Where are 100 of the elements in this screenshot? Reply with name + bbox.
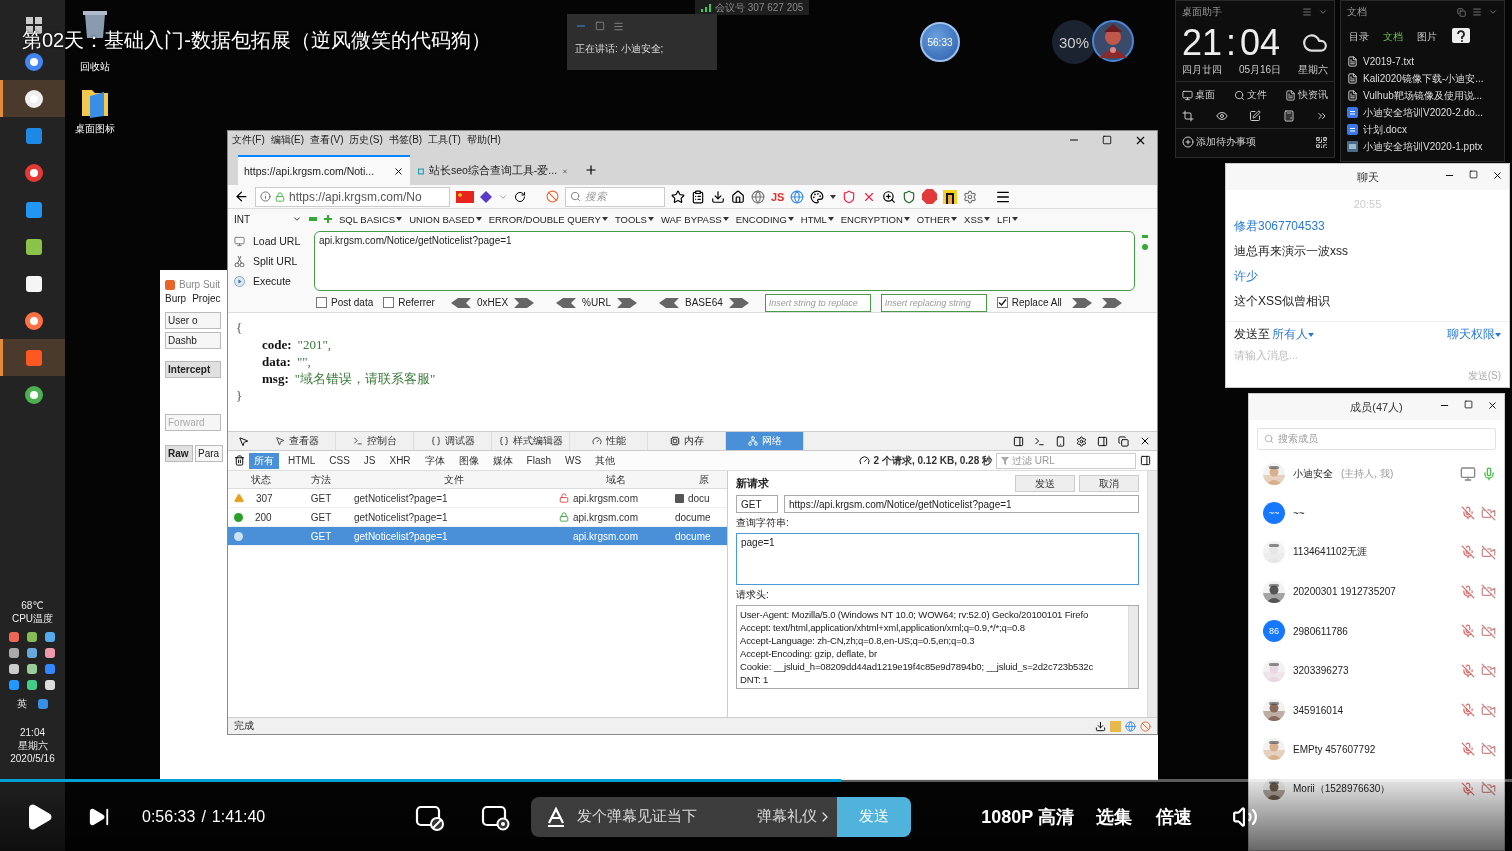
clipboard-icon[interactable] <box>691 189 705 204</box>
camera-off-icon[interactable] <box>1481 623 1496 639</box>
muted-mic-icon[interactable] <box>1461 584 1475 599</box>
encoder-button[interactable]: %URL <box>550 297 643 308</box>
member-row[interactable]: 86 2980611786 <box>1249 611 1504 651</box>
hackbar-action[interactable]: Load URL <box>234 235 310 247</box>
app-icon[interactable] <box>24 236 44 257</box>
filter-button[interactable]: WS <box>560 454 587 467</box>
widget-link[interactable]: 桌面 <box>1182 88 1215 102</box>
reload-icon[interactable] <box>514 190 526 203</box>
speed-button[interactable]: 倍速 <box>1155 804 1192 829</box>
tray-icon[interactable] <box>25 679 38 691</box>
toolbar-label[interactable]: JS <box>771 190 785 203</box>
app-icon[interactable] <box>24 88 44 109</box>
menu-item[interactable]: 工具(T) <box>428 133 461 147</box>
widget-link[interactable]: 文件 <box>1233 88 1267 102</box>
eye-icon[interactable] <box>1215 110 1228 122</box>
app-icon[interactable] <box>24 51 44 72</box>
method-field[interactable]: GET <box>736 495 778 513</box>
document-icon[interactable] <box>1347 107 1358 118</box>
address-bar[interactable]: https://api.krgsm.com/No <box>255 186 450 207</box>
filter-button[interactable]: 其他 <box>590 452 621 469</box>
muted-mic-icon[interactable] <box>1461 506 1475 521</box>
episodes-button[interactable]: 选集 <box>1095 804 1132 829</box>
layout-icon[interactable] <box>1013 435 1024 447</box>
dock-icon[interactable] <box>1097 435 1108 447</box>
devtools-tab[interactable]: 样式编辑器 <box>492 432 570 450</box>
bookmark-icon[interactable] <box>671 189 685 204</box>
camera-off-icon[interactable] <box>1481 663 1496 679</box>
filter-button[interactable]: CSS <box>324 454 355 467</box>
send-button[interactable]: 发送 <box>1015 475 1075 492</box>
tray-icon[interactable] <box>25 631 38 643</box>
quality-button[interactable]: 1080P 高清 <box>981 804 1074 829</box>
column-header[interactable]: 原 <box>698 472 709 487</box>
camera-off-icon[interactable] <box>1481 702 1496 718</box>
pick-icon[interactable] <box>237 435 249 447</box>
document-icon[interactable] <box>1347 124 1358 135</box>
etiquette-link[interactable]: 弹幕礼仪 <box>753 807 838 826</box>
calculator-icon[interactable] <box>1282 110 1295 122</box>
more-icon[interactable] <box>1316 110 1328 122</box>
file-name[interactable]: 小迪安全培训V2020-2.do... <box>1363 105 1484 120</box>
cancel-button[interactable]: 取消 <box>1079 475 1139 492</box>
muted-mic-icon[interactable] <box>1461 624 1475 639</box>
docs-tab[interactable]: 图片 <box>1417 30 1437 44</box>
scrollbar[interactable] <box>1147 471 1157 717</box>
hackbar-menu[interactable]: HTML <box>800 213 834 225</box>
plus-icon[interactable] <box>324 215 332 223</box>
member-row[interactable]: 小迪安全 (主持人, 我) <box>1249 454 1504 494</box>
permissions-dropdown[interactable]: 聊天权限 <box>1447 326 1501 343</box>
menu-item[interactable]: 帮助(H) <box>466 133 501 147</box>
hackbar-menu[interactable]: TOOLS <box>614 213 654 225</box>
member-row[interactable]: ~~ ~~ <box>1249 493 1504 533</box>
recipient-dropdown[interactable]: 所有人 <box>1272 326 1314 343</box>
checkbox[interactable] <box>316 297 327 308</box>
select-field[interactable]: INT <box>234 211 302 227</box>
close-icon[interactable] <box>1487 400 1498 411</box>
close-icon[interactable] <box>393 165 404 177</box>
column-header[interactable]: 状态 <box>251 472 271 487</box>
crop-icon[interactable] <box>1182 110 1194 122</box>
proxy-tab[interactable]: Intercept <box>165 361 221 378</box>
headers-textarea[interactable] <box>736 605 1139 689</box>
tool-tab[interactable]: User o <box>165 312 221 329</box>
filter-button[interactable]: 媒体 <box>487 452 518 469</box>
hackbar-menu[interactable]: WAF BYPASS <box>660 213 729 225</box>
menu-item[interactable]: Projec <box>192 293 221 304</box>
info-icon[interactable] <box>260 191 271 202</box>
collapse-icon[interactable] <box>1318 7 1328 17</box>
menu-item[interactable]: Burp <box>165 293 187 304</box>
back-icon[interactable] <box>234 189 249 204</box>
menu-item[interactable]: 文件(F) <box>232 133 265 147</box>
docs-tab[interactable]: 目录 <box>1349 30 1369 44</box>
copy-icon[interactable] <box>1457 7 1466 17</box>
tray-icon[interactable] <box>7 647 20 659</box>
globe-icon[interactable] <box>751 189 765 204</box>
new-tab-icon[interactable] <box>584 163 598 177</box>
filter-button[interactable]: Flash <box>521 454 557 467</box>
hackbar-action[interactable]: Split URL <box>234 255 310 267</box>
sidebar-icon[interactable] <box>1140 455 1151 466</box>
filter-button[interactable]: XHR <box>384 454 416 467</box>
slides-icon[interactable] <box>1347 141 1358 152</box>
globe-icon[interactable] <box>1125 720 1136 732</box>
tray-icon[interactable] <box>7 679 20 691</box>
hackbar-menu[interactable]: UNION BASED <box>409 213 482 225</box>
app-icon[interactable] <box>24 162 44 183</box>
checkbox[interactable] <box>383 297 395 308</box>
menu-item[interactable]: 编辑(E) <box>270 133 305 147</box>
hackbar-menu[interactable]: ERROR/DOUBLE QUERY <box>488 213 608 225</box>
tool-tab[interactable]: Dashb <box>165 332 221 349</box>
square-icon[interactable] <box>943 189 958 204</box>
filter-button[interactable]: 字体 <box>419 452 450 469</box>
encoder-button[interactable]: 0xHEX <box>444 297 541 308</box>
camera-off-icon[interactable] <box>1481 781 1496 797</box>
column-header[interactable]: 方法 <box>311 472 331 487</box>
muted-mic-icon[interactable] <box>1461 545 1475 560</box>
browser-tab[interactable]: 站长seo综合查询工具-爱... <box>412 155 574 185</box>
shield-icon[interactable] <box>842 189 857 204</box>
checkbox-option[interactable]: Replace All <box>996 297 1062 308</box>
maximize-icon[interactable] <box>1464 400 1473 409</box>
camera-off-icon[interactable] <box>1481 544 1496 560</box>
ime-indicator[interactable]: 英 <box>16 697 27 710</box>
